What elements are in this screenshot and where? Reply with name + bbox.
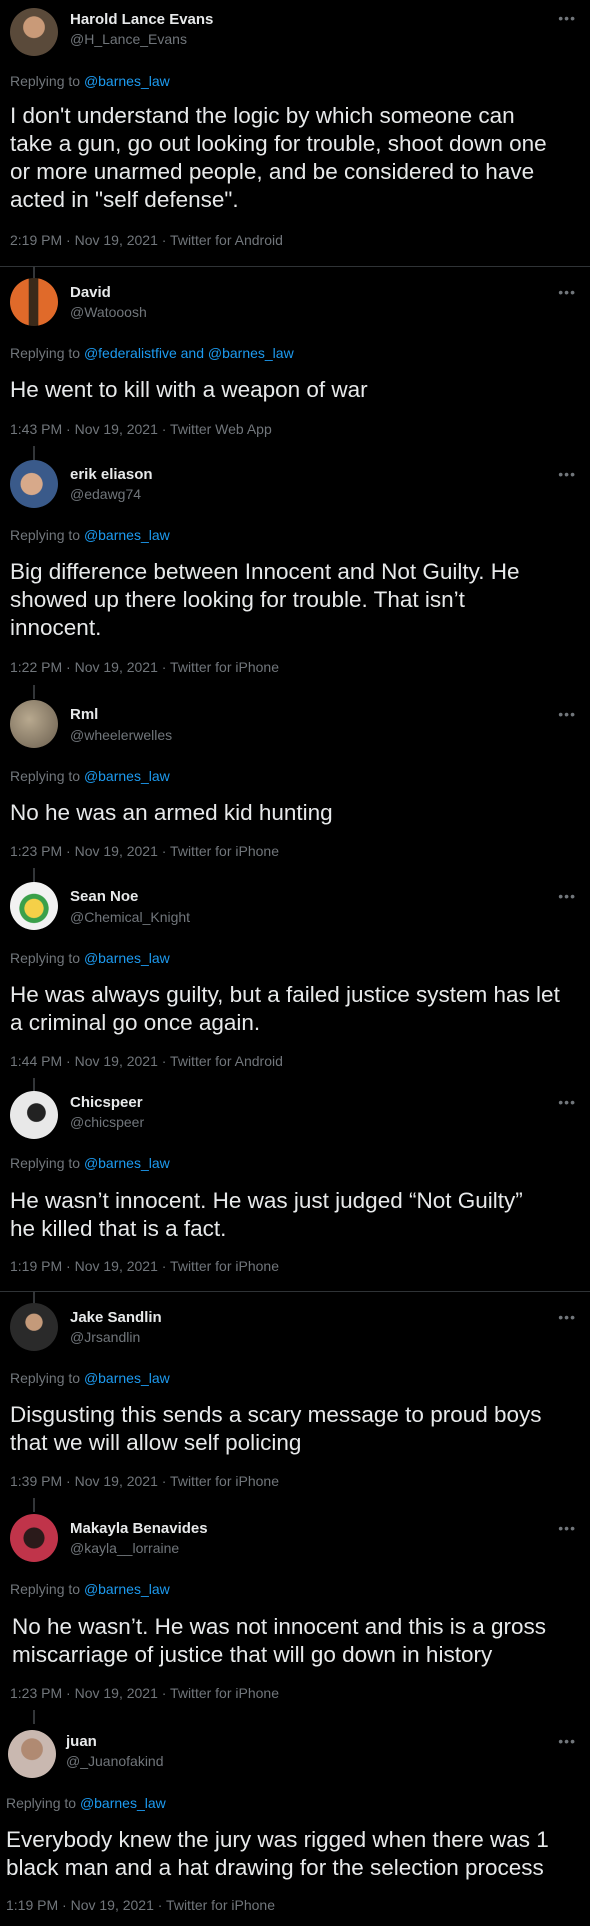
avatar[interactable]: [8, 1730, 56, 1778]
tweet-meta[interactable]: 1:23 PM · Nov 19, 2021 · Twitter for iPh…: [10, 843, 279, 859]
tweet-text: Disgusting this sends a scary message to…: [10, 1402, 542, 1455]
replying-label: Replying to: [10, 1155, 84, 1171]
replying-label: Replying to: [10, 950, 84, 966]
tweet-meta[interactable]: 1:43 PM · Nov 19, 2021 · Twitter Web App: [10, 421, 272, 437]
replying-to: Replying to @federalistfive and @barnes_…: [10, 345, 294, 361]
author-handle[interactable]: @Watooosh: [70, 304, 147, 320]
mention-link[interactable]: @barnes_law: [84, 768, 170, 784]
replying-label: Replying to: [6, 1795, 80, 1811]
replying-label: Replying to: [10, 1370, 84, 1386]
author-name[interactable]: erik eliason: [70, 466, 153, 483]
author-handle[interactable]: @kayla__lorraine: [70, 1540, 179, 1556]
author-name[interactable]: Sean Noe: [70, 888, 138, 905]
avatar[interactable]: [10, 460, 58, 508]
tweet-meta[interactable]: 1:23 PM · Nov 19, 2021 · Twitter for iPh…: [10, 1685, 279, 1701]
tweet-text: He was always guilty, but a failed justi…: [10, 982, 560, 1035]
tweet-text: Big difference between Innocent and Not …: [10, 559, 520, 640]
author-handle[interactable]: @chicspeer: [70, 1114, 144, 1130]
mention-link[interactable]: @barnes_law: [84, 73, 170, 89]
avatar[interactable]: [10, 278, 58, 326]
more-horizontal-icon[interactable]: •••: [558, 10, 576, 26]
author-handle[interactable]: @H_Lance_Evans: [70, 31, 187, 47]
tweet-meta[interactable]: 1:19 PM · Nov 19, 2021 · Twitter for iPh…: [10, 1258, 279, 1274]
more-horizontal-icon[interactable]: •••: [558, 1733, 576, 1749]
thread-line: [33, 1710, 35, 1724]
author-handle[interactable]: @Chemical_Knight: [70, 909, 190, 925]
divider: [0, 1291, 590, 1292]
mention-link[interactable]: @barnes_law: [84, 1581, 170, 1597]
tweet-meta[interactable]: 2:19 PM · Nov 19, 2021 · Twitter for And…: [10, 232, 283, 248]
tweet-meta[interactable]: 1:22 PM · Nov 19, 2021 · Twitter for iPh…: [10, 659, 279, 675]
more-horizontal-icon[interactable]: •••: [558, 1309, 576, 1325]
avatar[interactable]: [10, 8, 58, 56]
tweet-text: I don't understand the logic by which so…: [10, 103, 547, 212]
mention-link[interactable]: @barnes_law: [84, 1155, 170, 1171]
replying-to: Replying to @barnes_law: [10, 950, 170, 966]
replying-to: Replying to @barnes_law: [10, 1370, 170, 1386]
avatar[interactable]: [10, 700, 58, 748]
thread-line: [33, 685, 35, 699]
more-horizontal-icon[interactable]: •••: [558, 1520, 576, 1536]
author-name[interactable]: Makayla Benavides: [70, 1520, 208, 1537]
more-horizontal-icon[interactable]: •••: [558, 1094, 576, 1110]
replying-label: Replying to: [10, 73, 84, 89]
author-name[interactable]: Chicspeer: [70, 1094, 143, 1111]
tweet-text: No he was an armed kid hunting: [10, 800, 333, 825]
mention-link[interactable]: @federalistfive and @barnes_law: [84, 345, 294, 361]
tweet-text: He went to kill with a weapon of war: [10, 377, 368, 402]
author-handle[interactable]: @wheelerwelles: [70, 727, 172, 743]
thread-line: [33, 446, 35, 460]
tweet-meta[interactable]: 1:44 PM · Nov 19, 2021 · Twitter for And…: [10, 1053, 283, 1069]
avatar[interactable]: [10, 1303, 58, 1351]
author-name[interactable]: David: [70, 284, 111, 301]
mention-link[interactable]: @barnes_law: [84, 950, 170, 966]
author-handle[interactable]: @Jrsandlin: [70, 1329, 140, 1345]
author-handle[interactable]: @edawg74: [70, 486, 141, 502]
replying-to: Replying to @barnes_law: [10, 527, 170, 543]
mention-link[interactable]: @barnes_law: [80, 1795, 166, 1811]
more-horizontal-icon[interactable]: •••: [558, 466, 576, 482]
tweet-meta[interactable]: 1:39 PM · Nov 19, 2021 · Twitter for iPh…: [10, 1473, 279, 1489]
replying-to: Replying to @barnes_law: [10, 1155, 170, 1171]
author-handle[interactable]: @_Juanofakind: [66, 1753, 164, 1769]
replying-label: Replying to: [10, 768, 84, 784]
replying-to: Replying to @barnes_law: [10, 1581, 170, 1597]
replying-label: Replying to: [10, 345, 84, 361]
replying-to: Replying to @barnes_law: [10, 73, 170, 89]
avatar[interactable]: [10, 1514, 58, 1562]
more-horizontal-icon[interactable]: •••: [558, 284, 576, 300]
author-name[interactable]: Jake Sandlin: [70, 1309, 162, 1326]
divider: [0, 266, 590, 267]
author-name[interactable]: Rml: [70, 706, 98, 723]
more-horizontal-icon[interactable]: •••: [558, 888, 576, 904]
replying-to: Replying to @barnes_law: [10, 768, 170, 784]
more-horizontal-icon[interactable]: •••: [558, 706, 576, 722]
thread-line: [33, 868, 35, 882]
author-name[interactable]: juan: [66, 1733, 97, 1750]
thread-line: [33, 1078, 35, 1092]
mention-link[interactable]: @barnes_law: [84, 527, 170, 543]
avatar[interactable]: [10, 882, 58, 930]
tweet-text: Everybody knew the jury was rigged when …: [6, 1827, 549, 1880]
avatar[interactable]: [10, 1091, 58, 1139]
replying-to: Replying to @barnes_law: [6, 1795, 166, 1811]
author-name[interactable]: Harold Lance Evans: [70, 11, 213, 28]
replying-label: Replying to: [10, 527, 84, 543]
thread-line: [33, 1498, 35, 1512]
tweet-text: No he wasn’t. He was not innocent and th…: [12, 1614, 547, 1667]
mention-link[interactable]: @barnes_law: [84, 1370, 170, 1386]
tweet-meta[interactable]: 1:19 PM · Nov 19, 2021 · Twitter for iPh…: [6, 1897, 275, 1913]
replying-label: Replying to: [10, 1581, 84, 1597]
tweet-text: He wasn’t innocent. He was just judged “…: [10, 1188, 523, 1241]
